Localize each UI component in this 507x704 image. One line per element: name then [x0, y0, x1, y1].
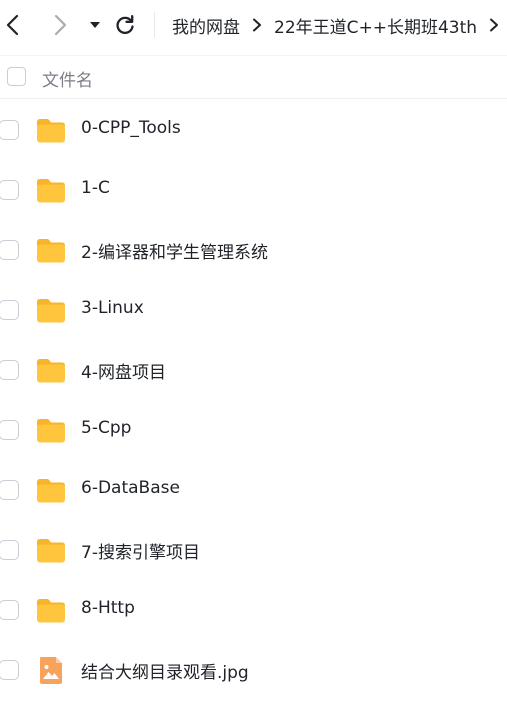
row-checkbox[interactable] — [0, 420, 19, 440]
breadcrumb-item-current[interactable]: 22年王道C++长期班43th — [274, 13, 477, 38]
folder-icon — [35, 414, 67, 446]
breadcrumb-item-root[interactable]: 我的网盘 — [172, 13, 240, 38]
list-item[interactable]: 4-网盘项目 — [0, 340, 507, 400]
history-dropdown-button[interactable] — [82, 12, 108, 38]
file-name: 0-CPP_Tools — [81, 118, 181, 138]
breadcrumb: 我的网盘 22年王道C++长期班43th — [172, 12, 507, 38]
row-checkbox[interactable] — [0, 480, 19, 500]
list-item[interactable]: 6-DataBase — [0, 460, 507, 520]
list-item[interactable]: 7-搜索引擎项目 — [0, 520, 507, 580]
refresh-icon — [116, 15, 134, 35]
list-item[interactable]: 5-Cpp — [0, 400, 507, 460]
file-name: 1-C — [81, 178, 110, 198]
row-checkbox[interactable] — [0, 120, 19, 140]
folder-icon — [35, 234, 67, 266]
folder-icon — [35, 594, 67, 626]
breadcrumb-separator — [489, 18, 499, 32]
refresh-button[interactable] — [112, 12, 138, 38]
file-name: 2-编译器和学生管理系统 — [81, 243, 268, 263]
image-file-icon — [35, 654, 67, 686]
folder-icon — [35, 114, 67, 146]
select-all-checkbox[interactable] — [7, 67, 26, 86]
file-name: 结合大纲目录观看.jpg — [81, 663, 249, 683]
folder-icon — [35, 474, 67, 506]
forward-button[interactable] — [47, 12, 73, 38]
chevron-right-icon — [54, 14, 67, 36]
file-name: 6-DataBase — [81, 478, 180, 498]
list-item[interactable]: 8-Http — [0, 580, 507, 640]
toolbar: 我的网盘 22年王道C++长期班43th — [0, 0, 507, 50]
chevron-right-icon — [490, 18, 499, 32]
column-header-filename[interactable]: 文件名 — [42, 66, 93, 91]
file-name: 3-Linux — [81, 298, 144, 318]
list-item[interactable]: 1-C — [0, 160, 507, 220]
file-name: 7-搜索引擎项目 — [81, 543, 200, 563]
row-checkbox[interactable] — [0, 180, 19, 200]
breadcrumb-separator — [252, 18, 262, 32]
caret-down-icon — [90, 22, 100, 28]
row-checkbox[interactable] — [0, 600, 19, 620]
back-button[interactable] — [0, 12, 26, 38]
chevron-right-icon — [253, 18, 261, 32]
toolbar-divider — [154, 12, 155, 38]
list-item[interactable]: 结合大纲目录观看.jpg — [0, 640, 507, 700]
list-item[interactable]: 2-编译器和学生管理系统 — [0, 220, 507, 280]
file-name: 4-网盘项目 — [81, 363, 166, 383]
chevron-left-icon — [6, 14, 19, 36]
file-name: 5-Cpp — [81, 418, 132, 438]
list-header: 文件名 — [0, 55, 507, 99]
file-name: 8-Http — [81, 598, 135, 618]
list-item[interactable]: 3-Linux — [0, 280, 507, 340]
row-checkbox[interactable] — [0, 660, 19, 680]
folder-icon — [35, 354, 67, 386]
folder-icon — [35, 294, 67, 326]
row-checkbox[interactable] — [0, 540, 19, 560]
folder-icon — [35, 174, 67, 206]
folder-icon — [35, 534, 67, 566]
row-checkbox[interactable] — [0, 300, 19, 320]
list-item[interactable]: 0-CPP_Tools — [0, 100, 507, 160]
row-checkbox[interactable] — [0, 240, 19, 260]
row-checkbox[interactable] — [0, 360, 19, 380]
